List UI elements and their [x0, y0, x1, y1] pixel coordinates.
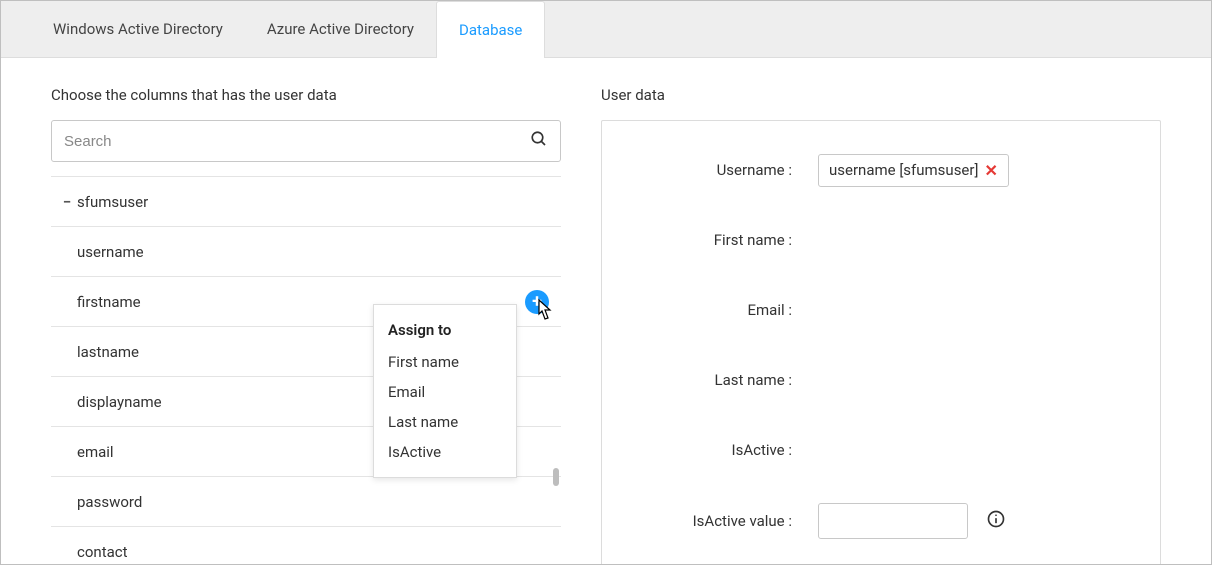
- tree-item-label: email: [77, 443, 114, 461]
- scrollbar-thumb[interactable]: [553, 468, 559, 486]
- user-data-panel: User data Username : username [sfumsuser…: [601, 86, 1161, 565]
- tree-item-label: lastname: [77, 343, 139, 361]
- user-data-heading: User data: [601, 86, 1161, 104]
- label-email: Email :: [642, 301, 792, 319]
- tree-item-label: password: [77, 493, 142, 511]
- popup-item-email[interactable]: Email: [374, 377, 516, 407]
- label-isactive-value: IsActive value :: [642, 512, 792, 530]
- remove-username-icon[interactable]: ✕: [984, 161, 997, 180]
- tab-database[interactable]: Database: [436, 1, 545, 58]
- tree-parent-label: sfumsuser: [77, 193, 148, 211]
- field-row-isactive: IsActive :: [642, 433, 1120, 467]
- search-icon[interactable]: [530, 130, 548, 152]
- popup-item-firstname[interactable]: First name: [374, 347, 516, 377]
- popup-item-lastname[interactable]: Last name: [374, 407, 516, 437]
- tree-item-label: displayname: [77, 393, 162, 411]
- label-username: Username :: [642, 161, 792, 179]
- username-tag-text: username [sfumsuser]: [829, 161, 978, 179]
- assign-to-popup: Assign to First name Email Last name IsA…: [373, 304, 517, 478]
- content-area: Choose the columns that has the user dat…: [1, 58, 1211, 565]
- isactive-value-input[interactable]: [818, 503, 968, 539]
- tab-windows-ad[interactable]: Windows Active Directory: [31, 1, 245, 57]
- field-row-username: Username : username [sfumsuser] ✕: [642, 153, 1120, 187]
- field-row-email: Email :: [642, 293, 1120, 327]
- field-row-isactive-value: IsActive value :: [642, 503, 1120, 539]
- cursor-pointer-icon: [533, 298, 555, 324]
- user-data-box: Username : username [sfumsuser] ✕ First …: [601, 120, 1161, 565]
- collapse-icon[interactable]: −: [57, 193, 77, 211]
- add-button[interactable]: +: [525, 290, 549, 314]
- tree-item-label: contact: [77, 543, 128, 561]
- tree-item-label: firstname: [77, 293, 141, 311]
- tree-parent-sfumsuser[interactable]: − sfumsuser: [51, 177, 561, 227]
- label-firstname: First name :: [642, 231, 792, 249]
- tree-item-label: username: [77, 243, 144, 261]
- label-lastname: Last name :: [642, 371, 792, 389]
- tree-item-contact[interactable]: contact: [51, 527, 561, 565]
- columns-panel: Choose the columns that has the user dat…: [51, 86, 561, 565]
- popup-title: Assign to: [374, 315, 516, 347]
- field-row-lastname: Last name :: [642, 363, 1120, 397]
- field-row-firstname: First name :: [642, 223, 1120, 257]
- tree-item-username[interactable]: username: [51, 227, 561, 277]
- tree-item-password[interactable]: password: [51, 477, 561, 527]
- search-box[interactable]: [51, 120, 561, 162]
- info-icon[interactable]: [986, 509, 1006, 533]
- tab-azure-ad[interactable]: Azure Active Directory: [245, 1, 436, 57]
- label-isactive: IsActive :: [642, 441, 792, 459]
- tab-bar: Windows Active Directory Azure Active Di…: [1, 1, 1211, 58]
- search-input[interactable]: [64, 133, 530, 150]
- app-window: Windows Active Directory Azure Active Di…: [0, 0, 1212, 565]
- tree-wrapper: − sfumsuser username firstname +: [51, 176, 561, 565]
- popup-item-isactive[interactable]: IsActive: [374, 437, 516, 467]
- username-tag: username [sfumsuser] ✕: [818, 154, 1009, 187]
- columns-heading: Choose the columns that has the user dat…: [51, 86, 561, 104]
